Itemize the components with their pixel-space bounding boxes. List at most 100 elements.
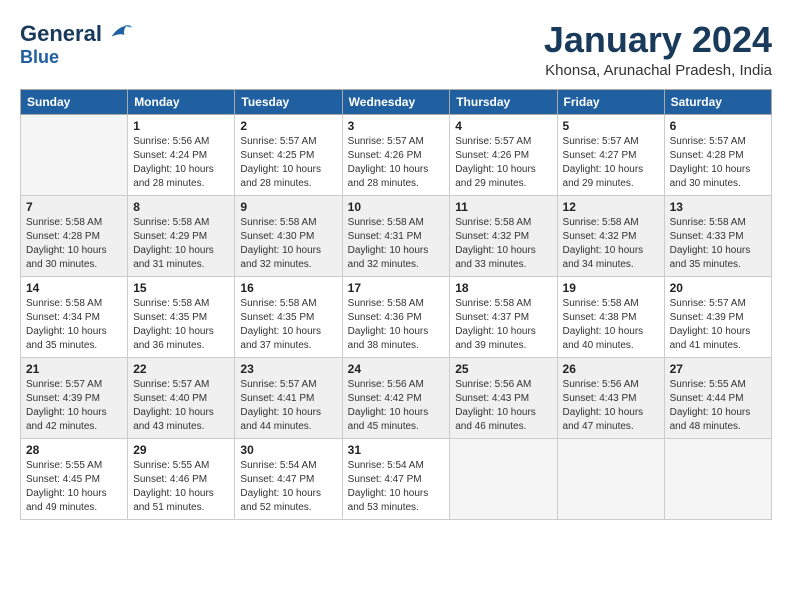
calendar-cell: 1 Sunrise: 5:56 AM Sunset: 4:24 PM Daylig… <box>128 114 235 195</box>
calendar-cell: 31Sunrise: 5:54 AM Sunset: 4:47 PM Dayli… <box>342 438 450 519</box>
logo-text-blue: Blue <box>20 48 132 68</box>
day-info: Sunrise: 5:58 AM Sunset: 4:32 PM Dayligh… <box>455 216 551 272</box>
day-number: 6 <box>670 119 766 133</box>
day-info: Sunrise: 5:57 AM Sunset: 4:28 PM Dayligh… <box>670 135 766 191</box>
calendar-cell: 24 Sunrise: 5:56 AM Sunset: 4:42 PM Dayli… <box>342 357 450 438</box>
day-number: 27 <box>670 362 766 376</box>
day-number: 7 <box>26 200 122 214</box>
calendar-cell: 9 Sunrise: 5:58 AM Sunset: 4:30 PM Daylig… <box>235 195 342 276</box>
day-number: 25 <box>455 362 551 376</box>
calendar-cell: 28Sunrise: 5:55 AM Sunset: 4:45 PM Dayli… <box>21 438 128 519</box>
calendar-cell <box>450 438 557 519</box>
day-info: Sunrise: 5:57 AM Sunset: 4:26 PM Dayligh… <box>455 135 551 191</box>
day-info: Sunrise: 5:57 AM Sunset: 4:26 PM Dayligh… <box>348 135 445 191</box>
day-info: Sunrise: 5:56 AM Sunset: 4:43 PM Dayligh… <box>455 378 551 434</box>
day-info: Sunrise: 5:56 AM Sunset: 4:42 PM Dayligh… <box>348 378 445 434</box>
day-number: 14 <box>26 281 122 295</box>
day-number: 2 <box>240 119 336 133</box>
logo-text-general: General <box>20 22 102 46</box>
calendar-header-friday: Friday <box>557 89 664 114</box>
calendar-week-row: 1 Sunrise: 5:56 AM Sunset: 4:24 PM Daylig… <box>21 114 772 195</box>
day-info: Sunrise: 5:56 AM Sunset: 4:24 PM Dayligh… <box>133 135 229 191</box>
calendar-cell: 20 Sunrise: 5:57 AM Sunset: 4:39 PM Dayli… <box>664 276 771 357</box>
day-number: 26 <box>563 362 659 376</box>
day-info: Sunrise: 5:58 AM Sunset: 4:32 PM Dayligh… <box>563 216 659 272</box>
month-title: January 2024 <box>544 20 772 60</box>
day-info: Sunrise: 5:55 AM Sunset: 4:44 PM Dayligh… <box>670 378 766 434</box>
calendar-table: SundayMondayTuesdayWednesdayThursdayFrid… <box>20 89 772 520</box>
calendar-cell: 11 Sunrise: 5:58 AM Sunset: 4:32 PM Dayli… <box>450 195 557 276</box>
day-info: Sunrise: 5:57 AM Sunset: 4:41 PM Dayligh… <box>240 378 336 434</box>
day-number: 29 <box>133 443 229 457</box>
day-info: Sunrise: 5:56 AM Sunset: 4:43 PM Dayligh… <box>563 378 659 434</box>
day-info: Sunrise: 5:58 AM Sunset: 4:30 PM Dayligh… <box>240 216 336 272</box>
day-number: 19 <box>563 281 659 295</box>
calendar-header-thursday: Thursday <box>450 89 557 114</box>
day-info: Sunrise: 5:54 AM Sunset: 4:47 PM Dayligh… <box>240 459 336 515</box>
calendar-header-row: SundayMondayTuesdayWednesdayThursdayFrid… <box>21 89 772 114</box>
day-info: Sunrise: 5:57 AM Sunset: 4:40 PM Dayligh… <box>133 378 229 434</box>
calendar-cell: 10Sunrise: 5:58 AM Sunset: 4:31 PM Dayli… <box>342 195 450 276</box>
calendar-cell: 13 Sunrise: 5:58 AM Sunset: 4:33 PM Dayli… <box>664 195 771 276</box>
page-header: General Blue January 2024 Khonsa, Arunac… <box>20 20 772 79</box>
day-info: Sunrise: 5:58 AM Sunset: 4:28 PM Dayligh… <box>26 216 122 272</box>
calendar-week-row: 21Sunrise: 5:57 AM Sunset: 4:39 PM Dayli… <box>21 357 772 438</box>
calendar-cell <box>664 438 771 519</box>
calendar-cell: 12 Sunrise: 5:58 AM Sunset: 4:32 PM Dayli… <box>557 195 664 276</box>
day-number: 12 <box>563 200 659 214</box>
calendar-cell: 6 Sunrise: 5:57 AM Sunset: 4:28 PM Daylig… <box>664 114 771 195</box>
calendar-cell: 16Sunrise: 5:58 AM Sunset: 4:35 PM Dayli… <box>235 276 342 357</box>
day-info: Sunrise: 5:57 AM Sunset: 4:27 PM Dayligh… <box>563 135 659 191</box>
day-info: Sunrise: 5:58 AM Sunset: 4:36 PM Dayligh… <box>348 297 445 353</box>
day-number: 13 <box>670 200 766 214</box>
day-number: 28 <box>26 443 122 457</box>
day-info: Sunrise: 5:57 AM Sunset: 4:39 PM Dayligh… <box>26 378 122 434</box>
calendar-cell: 17 Sunrise: 5:58 AM Sunset: 4:36 PM Dayli… <box>342 276 450 357</box>
calendar-cell: 15 Sunrise: 5:58 AM Sunset: 4:35 PM Dayli… <box>128 276 235 357</box>
calendar-header-monday: Monday <box>128 89 235 114</box>
calendar-cell: 4Sunrise: 5:57 AM Sunset: 4:26 PM Daylig… <box>450 114 557 195</box>
calendar-cell: 22 Sunrise: 5:57 AM Sunset: 4:40 PM Dayli… <box>128 357 235 438</box>
day-number: 22 <box>133 362 229 376</box>
day-number: 20 <box>670 281 766 295</box>
day-number: 24 <box>348 362 445 376</box>
calendar-cell: 19Sunrise: 5:58 AM Sunset: 4:38 PM Dayli… <box>557 276 664 357</box>
calendar-week-row: 7 Sunrise: 5:58 AM Sunset: 4:28 PM Daylig… <box>21 195 772 276</box>
day-number: 11 <box>455 200 551 214</box>
day-number: 15 <box>133 281 229 295</box>
day-info: Sunrise: 5:57 AM Sunset: 4:39 PM Dayligh… <box>670 297 766 353</box>
calendar-header-sunday: Sunday <box>21 89 128 114</box>
calendar-cell: 2 Sunrise: 5:57 AM Sunset: 4:25 PM Daylig… <box>235 114 342 195</box>
calendar-cell: 27 Sunrise: 5:55 AM Sunset: 4:44 PM Dayli… <box>664 357 771 438</box>
day-info: Sunrise: 5:58 AM Sunset: 4:33 PM Dayligh… <box>670 216 766 272</box>
day-number: 30 <box>240 443 336 457</box>
calendar-week-row: 14 Sunrise: 5:58 AM Sunset: 4:34 PM Dayli… <box>21 276 772 357</box>
calendar-cell <box>21 114 128 195</box>
day-info: Sunrise: 5:57 AM Sunset: 4:25 PM Dayligh… <box>240 135 336 191</box>
location-subtitle: Khonsa, Arunachal Pradesh, India <box>544 62 772 79</box>
logo-bird-icon <box>104 20 132 48</box>
calendar-cell: 30 Sunrise: 5:54 AM Sunset: 4:47 PM Dayli… <box>235 438 342 519</box>
day-number: 10 <box>348 200 445 214</box>
day-number: 16 <box>240 281 336 295</box>
calendar-cell: 3 Sunrise: 5:57 AM Sunset: 4:26 PM Daylig… <box>342 114 450 195</box>
day-number: 9 <box>240 200 336 214</box>
calendar-week-row: 28Sunrise: 5:55 AM Sunset: 4:45 PM Dayli… <box>21 438 772 519</box>
day-info: Sunrise: 5:58 AM Sunset: 4:35 PM Dayligh… <box>133 297 229 353</box>
day-number: 23 <box>240 362 336 376</box>
day-number: 5 <box>563 119 659 133</box>
day-number: 1 <box>133 119 229 133</box>
calendar-cell: 18 Sunrise: 5:58 AM Sunset: 4:37 PM Dayli… <box>450 276 557 357</box>
day-info: Sunrise: 5:58 AM Sunset: 4:34 PM Dayligh… <box>26 297 122 353</box>
calendar-cell: 14 Sunrise: 5:58 AM Sunset: 4:34 PM Dayli… <box>21 276 128 357</box>
calendar-header-tuesday: Tuesday <box>235 89 342 114</box>
calendar-cell: 29Sunrise: 5:55 AM Sunset: 4:46 PM Dayli… <box>128 438 235 519</box>
calendar-header-wednesday: Wednesday <box>342 89 450 114</box>
calendar-cell: 8Sunrise: 5:58 AM Sunset: 4:29 PM Daylig… <box>128 195 235 276</box>
day-number: 3 <box>348 119 445 133</box>
day-number: 17 <box>348 281 445 295</box>
calendar-cell: 5 Sunrise: 5:57 AM Sunset: 4:27 PM Daylig… <box>557 114 664 195</box>
day-info: Sunrise: 5:58 AM Sunset: 4:37 PM Dayligh… <box>455 297 551 353</box>
logo: General Blue <box>20 20 132 68</box>
day-number: 18 <box>455 281 551 295</box>
